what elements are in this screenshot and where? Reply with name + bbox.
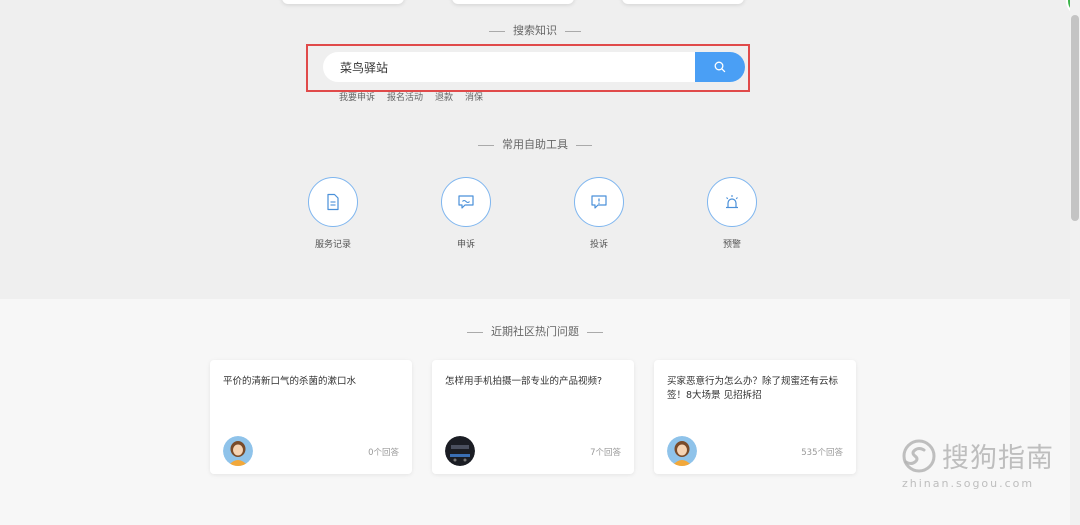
top-card-strip [0, 0, 1080, 6]
user-avatar-icon [667, 436, 697, 466]
top-card[interactable] [622, 0, 744, 4]
tool-service-record[interactable]: 服务记录 [293, 177, 373, 250]
search-bar [323, 52, 745, 82]
sogou-logo-icon [902, 439, 936, 472]
quick-link[interactable]: 消保 [465, 90, 483, 103]
tool-complaint[interactable]: 投诉 [559, 177, 639, 250]
quick-links: 我要申诉 报名活动 退款 消保 [339, 90, 483, 103]
avatar [667, 436, 697, 466]
search-input[interactable] [323, 52, 695, 82]
tool-label: 服务记录 [314, 240, 351, 250]
chat-icon [458, 195, 474, 209]
alarm-light-icon [726, 195, 738, 209]
tool-warning[interactable]: 预警 [692, 177, 772, 250]
scrollbar-thumb[interactable] [1071, 15, 1079, 221]
quick-link[interactable]: 我要申诉 [339, 90, 375, 103]
alert-message-icon [591, 195, 607, 209]
tool-label: 投诉 [589, 240, 608, 250]
scrollbar[interactable] [1070, 0, 1080, 525]
question-card[interactable]: 平价的清新口气的杀菌的漱口水 0个回答 [210, 360, 412, 474]
question-title[interactable]: 平价的清新口气的杀菌的漱口水 [223, 375, 403, 389]
search-section-title: 搜索知识 [0, 22, 1070, 38]
answer-count: 0个回答 [368, 448, 399, 458]
user-avatar-icon [223, 436, 253, 466]
answer-count: 7个回答 [590, 448, 621, 458]
question-card[interactable]: 买家恶意行为怎么办？除了规蜜还有云标签！8大场景 见招拆招 535个回答 [654, 360, 856, 474]
top-card[interactable] [282, 0, 404, 4]
search-button[interactable] [695, 52, 745, 82]
tools-section-title: 常用自助工具 [0, 136, 1070, 152]
document-icon [327, 193, 339, 211]
watermark-text: 搜狗指南 [942, 443, 1054, 474]
tool-label: 申诉 [456, 240, 475, 250]
top-card[interactable] [452, 0, 574, 4]
avatar [445, 436, 475, 466]
watermark-url: zhinan.sogou.com [902, 477, 1035, 490]
question-card[interactable]: 怎样用手机拍摄一部专业的产品视频? 7个回答 [432, 360, 634, 474]
watermark: 搜狗指南 zhinan.sogou.com [902, 436, 1062, 490]
quick-link[interactable]: 报名活动 [387, 90, 423, 103]
search-icon [714, 61, 726, 73]
user-avatar-icon [445, 436, 475, 466]
question-title[interactable]: 买家恶意行为怎么办？除了规蜜还有云标签！8大场景 见招拆招 [667, 375, 847, 403]
question-title[interactable]: 怎样用手机拍摄一部专业的产品视频? [445, 375, 625, 389]
community-section-title: 近期社区热门问题 [0, 323, 1070, 339]
tool-label: 预警 [722, 240, 741, 250]
avatar [223, 436, 253, 466]
answer-count: 535个回答 [801, 448, 843, 458]
quick-link[interactable]: 退款 [435, 90, 453, 103]
tool-appeal[interactable]: 申诉 [426, 177, 506, 250]
